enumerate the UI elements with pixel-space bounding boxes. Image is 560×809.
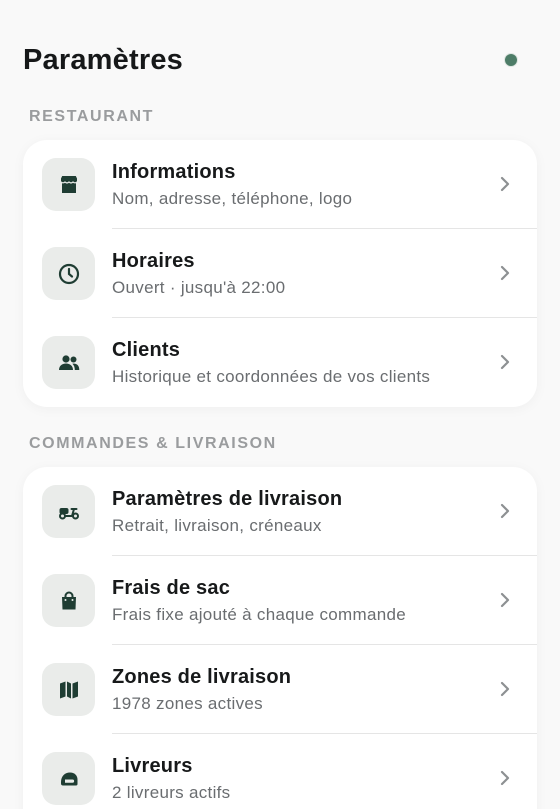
- header: Paramètres: [23, 38, 520, 82]
- item-text: Zones de livraison 1978 zones actives: [112, 665, 477, 715]
- chevron-right-icon: [500, 354, 510, 370]
- item-title: Paramètres de livraison: [112, 488, 343, 510]
- settings-item-livreurs[interactable]: Livreurs 2 livreurs actifs: [23, 734, 537, 809]
- item-title: Frais de sac: [112, 577, 231, 599]
- chevron-right-icon: [500, 592, 510, 608]
- chevron-right-icon: [500, 265, 510, 281]
- chevron-right-icon: [500, 176, 510, 192]
- item-text: Clients Historique et coordonnées de vos…: [112, 338, 477, 388]
- scooter-icon: [42, 485, 95, 538]
- item-subtitle: Retrait, livraison, créneaux: [112, 516, 322, 535]
- section-label-commandes-livraison: COMMANDES & LIVRAISON: [29, 435, 277, 452]
- item-text: Informations Nom, adresse, téléphone, lo…: [112, 160, 477, 210]
- item-title: Clients: [112, 339, 181, 361]
- settings-item-frais-de-sac[interactable]: Frais de sac Frais fixe ajouté à chaque …: [23, 556, 537, 645]
- item-subtitle: 2 livreurs actifs: [112, 783, 231, 802]
- chevron-right-icon: [500, 770, 510, 786]
- item-subtitle: Ouvert · jusqu'à 22:00: [112, 278, 286, 297]
- page-title: Paramètres: [23, 43, 183, 76]
- item-subtitle: 1978 zones actives: [112, 694, 263, 713]
- item-subtitle: Historique et coordonnées de vos clients: [112, 367, 431, 386]
- settings-item-parametres-livraison[interactable]: Paramètres de livraison Retrait, livrais…: [23, 467, 537, 556]
- status-indicator: [505, 54, 517, 66]
- delivery-card: Paramètres de livraison Retrait, livrais…: [23, 467, 537, 809]
- restaurant-card: Informations Nom, adresse, téléphone, lo…: [23, 140, 537, 407]
- item-title: Informations: [112, 161, 236, 183]
- settings-item-clients[interactable]: Clients Historique et coordonnées de vos…: [23, 318, 537, 407]
- item-text: Livreurs 2 livreurs actifs: [112, 754, 477, 804]
- item-title: Livreurs: [112, 755, 193, 777]
- item-text: Frais de sac Frais fixe ajouté à chaque …: [112, 576, 477, 626]
- settings-item-informations[interactable]: Informations Nom, adresse, téléphone, lo…: [23, 140, 537, 229]
- helmet-icon: [42, 752, 95, 805]
- users-icon: [42, 336, 95, 389]
- item-text: Paramètres de livraison Retrait, livrais…: [112, 487, 477, 537]
- map-icon: [42, 663, 95, 716]
- clock-icon: [42, 247, 95, 300]
- item-subtitle: Nom, adresse, téléphone, logo: [112, 189, 353, 208]
- section-label-restaurant: RESTAURANT: [29, 108, 155, 125]
- item-title: Horaires: [112, 250, 195, 272]
- store-icon: [42, 158, 95, 211]
- settings-item-zones-livraison[interactable]: Zones de livraison 1978 zones actives: [23, 645, 537, 734]
- chevron-right-icon: [500, 681, 510, 697]
- item-text: Horaires Ouvert · jusqu'à 22:00: [112, 249, 477, 299]
- shopping-bag-icon: [42, 574, 95, 627]
- item-subtitle: Frais fixe ajouté à chaque commande: [112, 605, 406, 624]
- settings-item-horaires[interactable]: Horaires Ouvert · jusqu'à 22:00: [23, 229, 537, 318]
- settings-screen: Paramètres RESTAURANT Informations Nom, …: [0, 0, 560, 809]
- chevron-right-icon: [500, 503, 510, 519]
- item-title: Zones de livraison: [112, 666, 292, 688]
